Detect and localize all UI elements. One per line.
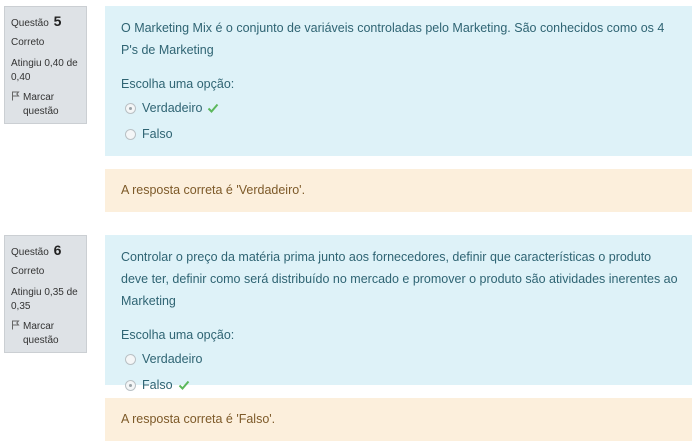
answer-prompt: Escolha uma opção: — [121, 328, 235, 342]
option-label: Verdadeiro — [142, 352, 203, 366]
question-state: Correto — [11, 266, 45, 277]
radio-button[interactable] — [125, 353, 136, 365]
answer-options: Verdadeiro Falso — [121, 346, 680, 398]
option-label: Verdadeiro — [142, 101, 203, 115]
radio-button[interactable] — [125, 102, 136, 114]
question-formulation: O Marketing Mix é o conjunto de variávei… — [105, 6, 692, 156]
check-icon — [178, 380, 189, 390]
question-formulation: Controlar o preço da matéria prima junto… — [105, 235, 692, 392]
question-info: Questão 5 Correto Atingiu 0,40 de 0,40 M… — [4, 6, 87, 124]
answer-prompt: Escolha uma opção: — [121, 77, 235, 91]
question-grade: Atingiu 0,40 de 0,40 — [11, 58, 78, 83]
flag-icon — [11, 91, 23, 119]
question-text: Controlar o preço da matéria prima junto… — [121, 250, 678, 308]
flag-icon — [11, 320, 23, 348]
flag-label: Marcar questão — [23, 92, 59, 117]
answer-option-falso[interactable]: Falso — [121, 121, 680, 147]
correct-answer-feedback: A resposta correta é 'Falso'. — [105, 398, 692, 441]
question-grade: Atingiu 0,35 de 0,35 — [11, 287, 78, 312]
radio-button[interactable] — [125, 379, 136, 391]
question-info: Questão 6 Correto Atingiu 0,35 de 0,35 M… — [4, 235, 87, 353]
radio-button[interactable] — [125, 128, 136, 140]
flag-label: Marcar questão — [23, 321, 59, 346]
question-number: Questão 5 — [11, 13, 62, 29]
check-icon — [208, 103, 219, 113]
question-number: Questão 6 — [11, 242, 62, 258]
option-label: Falso — [142, 127, 173, 141]
answer-option-falso[interactable]: Falso — [121, 372, 680, 398]
flag-question-link[interactable]: Marcar questão — [11, 91, 80, 119]
question-text: O Marketing Mix é o conjunto de variávei… — [121, 21, 665, 57]
flag-question-link[interactable]: Marcar questão — [11, 320, 80, 348]
answer-option-verdadeiro[interactable]: Verdadeiro — [121, 95, 680, 121]
answer-options: Verdadeiro Falso — [121, 95, 680, 147]
option-label: Falso — [142, 378, 173, 392]
correct-answer-feedback: A resposta correta é 'Verdadeiro'. — [105, 169, 692, 212]
answer-option-verdadeiro[interactable]: Verdadeiro — [121, 346, 680, 372]
question-state: Correto — [11, 37, 45, 48]
